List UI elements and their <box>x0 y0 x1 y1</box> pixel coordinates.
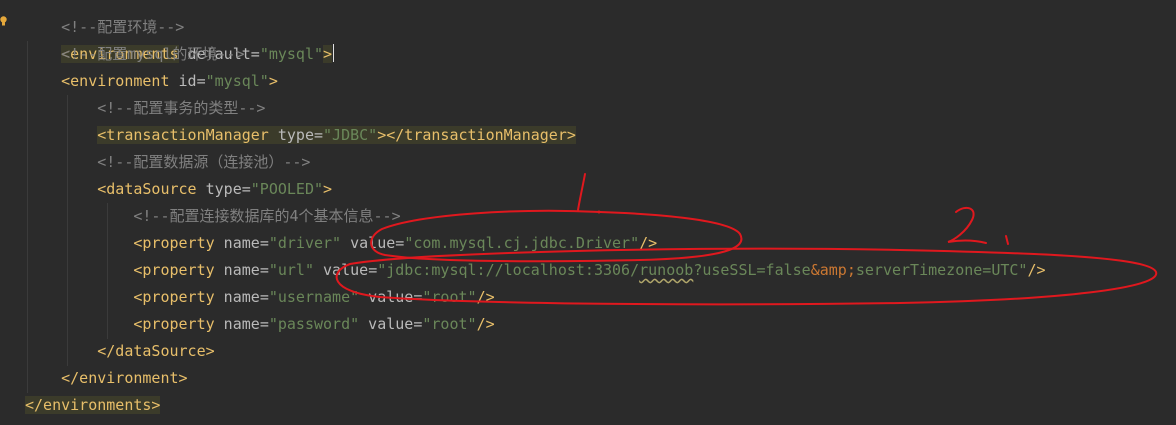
xml-string: "jdbc:mysql://localhost:3306/ <box>377 261 640 279</box>
xml-tag: /> <box>639 234 658 252</box>
code-line[interactable]: </dataSource> <box>25 338 215 365</box>
xml-tag: <property <box>133 315 215 333</box>
xml-string: "com.mysql.cj.jdbc.Driver" <box>404 234 640 252</box>
xml-tag: /> <box>476 315 495 333</box>
xml-string: ?useSSL=false <box>693 261 811 279</box>
xml-attribute: id <box>169 72 197 90</box>
code-line[interactable]: <environments default="mysql"> <box>25 14 335 63</box>
xml-equals: = <box>395 234 405 252</box>
xml-comment: <!--配置事务的类型--> <box>97 99 266 117</box>
xml-attribute: name <box>214 315 260 333</box>
mark-2-text: 2. <box>0 0 2 1</box>
xml-comment: <!--配置连接数据库的4个基本信息--> <box>133 207 401 225</box>
xml-attribute: value <box>359 315 414 333</box>
xml-equals: = <box>250 45 260 63</box>
xml-tag: > <box>268 72 278 90</box>
code-line[interactable]: <property name="password" value="root"/> <box>25 311 495 338</box>
code-line[interactable]: <environment id="mysql"> <box>25 68 278 95</box>
text-cursor <box>333 44 335 62</box>
xml-equals: = <box>368 261 378 279</box>
red-mark-1 <box>577 173 586 211</box>
xml-attribute: value <box>314 261 369 279</box>
code-line[interactable]: <!--配置连接数据库的4个基本信息--> <box>25 203 401 230</box>
xml-string: "root" <box>422 315 477 333</box>
xml-equals: = <box>259 288 269 306</box>
code-line[interactable]: <!--配置事务的类型--> <box>25 95 265 122</box>
xml-attribute: name <box>214 261 260 279</box>
code-line[interactable]: <transactionManager type="JDBC"></transa… <box>25 122 576 149</box>
xml-string: "password" <box>268 315 360 333</box>
xml-entity: &amp; <box>810 261 856 279</box>
xml-tag: > <box>323 45 333 63</box>
xml-tag: /> <box>1027 261 1046 279</box>
xml-tag: <dataSource <box>97 180 197 198</box>
xml-equals: = <box>241 180 251 198</box>
xml-comment: <!--配置mysql的环境--> <box>61 45 245 63</box>
xml-tag: > <box>323 180 333 198</box>
xml-tag: <property <box>133 261 215 279</box>
xml-equals: = <box>259 261 269 279</box>
code-line[interactable]: <property name="username" value="root"/> <box>25 284 495 311</box>
xml-comment: <!--配置数据源（连接池）--> <box>97 153 311 171</box>
xml-tag: ></transactionManager> <box>377 126 576 144</box>
xml-string: "POOLED" <box>250 180 324 198</box>
xml-string: "mysql" <box>259 45 324 63</box>
xml-string: "username" <box>268 288 360 306</box>
xml-attribute: name <box>214 234 260 252</box>
code-line[interactable]: <!--配置环境--> <box>25 0 184 36</box>
xml-tag: <transactionManager <box>97 126 269 144</box>
xml-string: "root" <box>422 288 477 306</box>
xml-tag: </environments> <box>25 396 161 414</box>
code-line[interactable]: <property name="driver" value="com.mysql… <box>25 230 657 257</box>
red-mark-2 <box>947 206 987 244</box>
xml-equals: = <box>314 126 324 144</box>
xml-tag: <property <box>133 234 215 252</box>
xml-attribute: value <box>341 234 396 252</box>
xml-string-typo: runoob <box>639 261 694 279</box>
xml-tag: </dataSource> <box>97 342 215 360</box>
code-editor[interactable]: <!--配置环境--> <environments default="mysql… <box>0 0 1176 425</box>
xml-string: "JDBC" <box>323 126 378 144</box>
xml-equals: = <box>259 315 269 333</box>
code-line[interactable]: </environment> <box>25 365 188 392</box>
code-line[interactable]: <property name="url" value="jdbc:mysql:/… <box>25 257 1046 284</box>
xml-attribute: name <box>214 288 260 306</box>
xml-tag: </environment> <box>61 369 188 387</box>
xml-string: "driver" <box>268 234 342 252</box>
code-line[interactable]: <!--配置mysql的环境--> <box>25 41 245 68</box>
xml-attribute: type <box>268 126 314 144</box>
xml-tag: /> <box>476 288 495 306</box>
code-line[interactable]: </environments> <box>25 392 161 419</box>
xml-equals: = <box>259 234 269 252</box>
xml-tag: <environment <box>61 72 170 90</box>
xml-string: "mysql" <box>205 72 269 90</box>
xml-attribute: type <box>196 180 242 198</box>
code-line[interactable]: <!--配置数据源（连接池）--> <box>25 149 310 176</box>
code-line[interactable]: <dataSource type="POOLED"> <box>25 176 332 203</box>
xml-equals: = <box>196 72 206 90</box>
xml-attribute: value <box>359 288 414 306</box>
xml-string: serverTimezone=UTC" <box>855 261 1028 279</box>
lightbulb-icon[interactable] <box>0 16 7 27</box>
mark-1-text: 1. <box>0 0 2 1</box>
xml-string: "url" <box>268 261 314 279</box>
xml-tag: <property <box>133 288 215 306</box>
